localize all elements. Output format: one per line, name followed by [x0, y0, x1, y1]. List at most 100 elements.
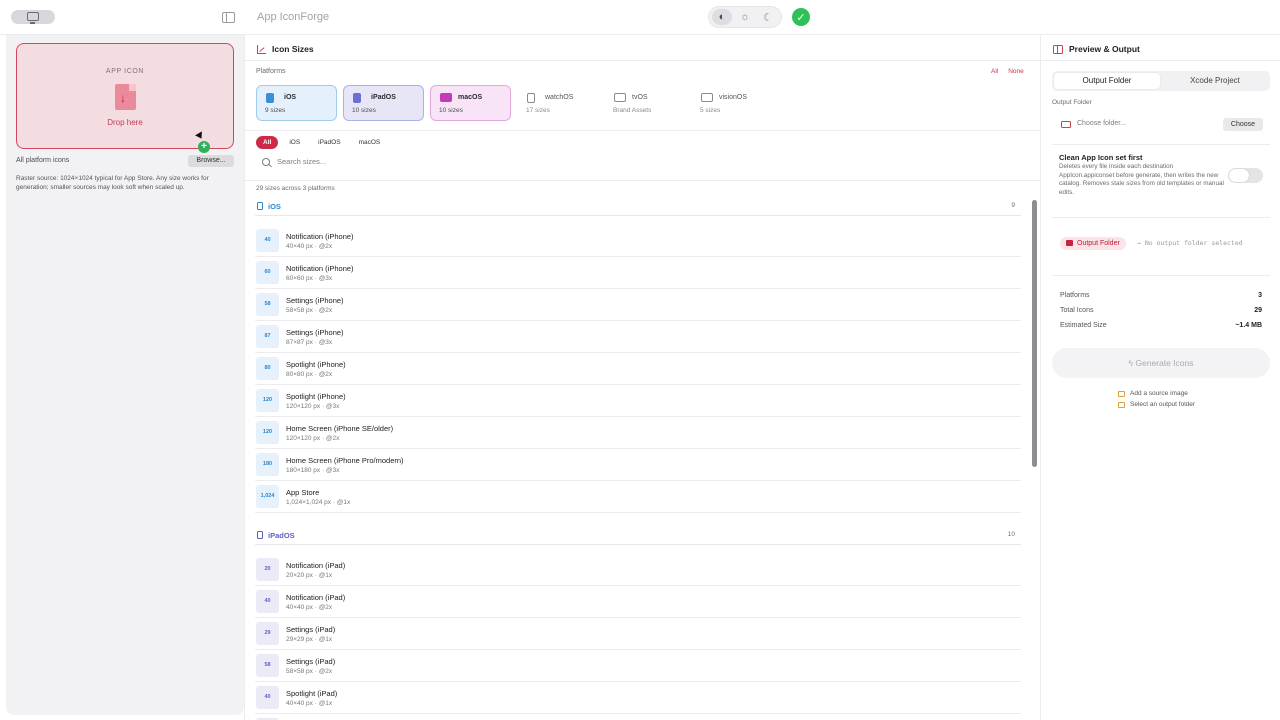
- output-folder-chip: Output Folder: [1060, 237, 1126, 250]
- size-row[interactable]: 87 Settings (iPhone) 87×87 px · @3x: [255, 321, 1021, 353]
- moon-icon[interactable]: ☾: [758, 9, 778, 25]
- stat-value: 3: [1258, 292, 1262, 299]
- output-folder-field[interactable]: Choose folder...: [1077, 120, 1126, 127]
- size-meta: 40×40 px · @2x: [286, 604, 333, 611]
- size-row[interactable]: 80Spotlight (iPad): [255, 714, 1021, 720]
- select-none-link[interactable]: None: [1008, 68, 1024, 75]
- size-thumbnail: 120: [256, 389, 279, 412]
- sizes-summary: 29 sizes across 3 platforms: [256, 185, 335, 192]
- size-meta: 40×40 px · @2x: [286, 243, 333, 250]
- theme-switcher: ◐ ☼ ☾: [708, 6, 782, 28]
- platform-card-ipados[interactable]: iPadOS 10 sizes: [343, 85, 424, 121]
- divider: [245, 60, 1041, 61]
- select-all-link[interactable]: All: [991, 68, 998, 75]
- size-meta: 58×58 px · @2x: [286, 668, 333, 675]
- monitor-icon: [27, 12, 39, 24]
- size-meta: 58×58 px · @2x: [286, 307, 333, 314]
- device-icon: [614, 93, 626, 102]
- no-folder-status: → No output folder selected: [1137, 239, 1243, 247]
- platform-card-macos[interactable]: macOS 10 sizes: [430, 85, 511, 121]
- platform-card-title: tvOS: [632, 94, 648, 101]
- device-icon: [440, 93, 452, 102]
- icon-dropzone[interactable]: APP ICON ↓ Drop here +: [16, 43, 234, 153]
- preview-header: Preview & Output: [1053, 44, 1140, 54]
- size-row[interactable]: 40 Notification (iPad) 40×40 px · @2x: [255, 586, 1021, 618]
- platform-card-ios[interactable]: iOS 9 sizes: [256, 85, 337, 121]
- device-icon: [257, 531, 263, 539]
- platform-card-count: 10 sizes: [439, 107, 463, 114]
- search-bar[interactable]: Search sizes...: [256, 157, 326, 166]
- size-row[interactable]: 120 Spotlight (iPhone) 120×120 px · @3x: [255, 385, 1021, 417]
- size-meta: 60×60 px · @3x: [286, 275, 333, 282]
- preview-title: Preview & Output: [1069, 44, 1140, 54]
- size-thumbnail: 40: [256, 590, 279, 613]
- size-row[interactable]: 29 Settings (iPad) 29×29 px · @1x: [255, 618, 1021, 650]
- size-row[interactable]: 40 Spotlight (iPad) 40×40 px · @1x: [255, 682, 1021, 714]
- folder-icon: [1061, 121, 1071, 128]
- platform-card-visionos[interactable]: visionOS 5 sizes: [691, 85, 772, 121]
- size-name: Notification (iPhone): [286, 264, 354, 273]
- size-row[interactable]: 58 Settings (iPhone) 58×58 px · @2x: [255, 289, 1021, 321]
- filter-pill-macos[interactable]: macOS: [352, 136, 388, 149]
- size-row[interactable]: 58 Settings (iPad) 58×58 px · @2x: [255, 650, 1021, 682]
- platform-card-count: Brand Assets: [613, 107, 652, 114]
- size-name: Notification (iPad): [286, 593, 346, 602]
- platform-card-count: 9 sizes: [265, 107, 286, 114]
- tab-output-folder[interactable]: Output Folder: [1054, 73, 1160, 89]
- size-row[interactable]: 1,024 App Store 1,024×1,024 px · @1x: [255, 481, 1021, 513]
- search-input[interactable]: Search sizes...: [277, 157, 326, 166]
- size-row[interactable]: 60 Notification (iPhone) 60×60 px · @3x: [255, 257, 1021, 289]
- size-row[interactable]: 20 Notification (iPad) 20×20 px · @1x: [255, 554, 1021, 586]
- size-name: Settings (iPhone): [286, 296, 344, 305]
- divider: [1052, 275, 1270, 276]
- size-meta: 180×180 px · @3x: [286, 467, 340, 474]
- platform-card-count: 5 sizes: [700, 107, 721, 114]
- size-meta: 20×20 px · @1x: [286, 572, 333, 579]
- file-download-icon: ↓: [115, 84, 136, 110]
- group-count: 10: [1007, 531, 1015, 538]
- requirement-text: Select an output folder: [1130, 401, 1196, 408]
- device-icon: [257, 202, 263, 210]
- size-row[interactable]: 80 Spotlight (iPhone) 80×80 px · @2x: [255, 353, 1021, 385]
- choose-folder-button[interactable]: Choose: [1223, 118, 1263, 131]
- size-thumbnail: 87: [256, 325, 279, 348]
- search-icon: [262, 157, 270, 166]
- device-icon: [266, 93, 274, 103]
- platform-card-title: iPadOS: [371, 94, 396, 101]
- sidebar-toggle-icon[interactable]: [222, 12, 235, 23]
- browse-button[interactable]: Browse...: [188, 155, 234, 167]
- divider: [1052, 144, 1270, 145]
- platforms-label: Platforms: [256, 68, 286, 75]
- platform-card-title: watchOS: [545, 94, 574, 101]
- size-name: Home Screen (iPhone Pro/modern): [286, 456, 404, 465]
- stat-value: 29: [1254, 307, 1262, 314]
- size-name: Settings (iPhone): [286, 328, 344, 337]
- system-theme-icon[interactable]: ◐: [712, 9, 732, 25]
- requirement-source: Add a source image: [1118, 390, 1188, 397]
- clean-first-toggle[interactable]: [1228, 168, 1263, 183]
- filter-pill-all[interactable]: All: [256, 136, 279, 149]
- output-mode-segmented: Output Folder Xcode Project: [1052, 71, 1270, 91]
- device-icon: [701, 93, 713, 102]
- group-header-ipados: iPadOS 10: [255, 527, 1021, 545]
- size-row[interactable]: 120 Home Screen (iPhone SE/older) 120×120 …: [255, 417, 1021, 449]
- icon-sizes-panel: Icon Sizes Platforms All None iOS 9 sizes…: [244, 35, 1041, 720]
- status-check-icon[interactable]: ✓: [792, 8, 810, 26]
- size-thumbnail: 29: [256, 622, 279, 645]
- size-name: Spotlight (iPad): [286, 689, 338, 698]
- size-row[interactable]: 40 Notification (iPhone) 40×40 px · @2x: [255, 225, 1021, 257]
- generate-icons-button[interactable]: ϟ Generate Icons: [1052, 348, 1270, 378]
- source-mode-button[interactable]: [11, 10, 55, 24]
- tab-xcode-project[interactable]: Xcode Project: [1162, 73, 1268, 89]
- source-hint: Raster source: 1024×1024 typical for App…: [16, 175, 209, 191]
- size-name: Notification (iPhone): [286, 232, 354, 241]
- group-name: iPadOS: [268, 531, 295, 540]
- filter-pill-ipados[interactable]: iPadOS: [311, 136, 347, 149]
- filter-pill-ios[interactable]: iOS: [282, 136, 307, 149]
- platform-card-watchos[interactable]: watchOS 17 sizes: [517, 85, 598, 121]
- size-meta: 1,024×1,024 px · @1x: [286, 499, 351, 506]
- sun-icon[interactable]: ☼: [735, 9, 755, 25]
- platform-card-tvos[interactable]: tvOS Brand Assets: [604, 85, 685, 121]
- scrollbar[interactable]: [1032, 200, 1037, 467]
- size-row[interactable]: 180 Home Screen (iPhone Pro/modern) 180×18…: [255, 449, 1021, 481]
